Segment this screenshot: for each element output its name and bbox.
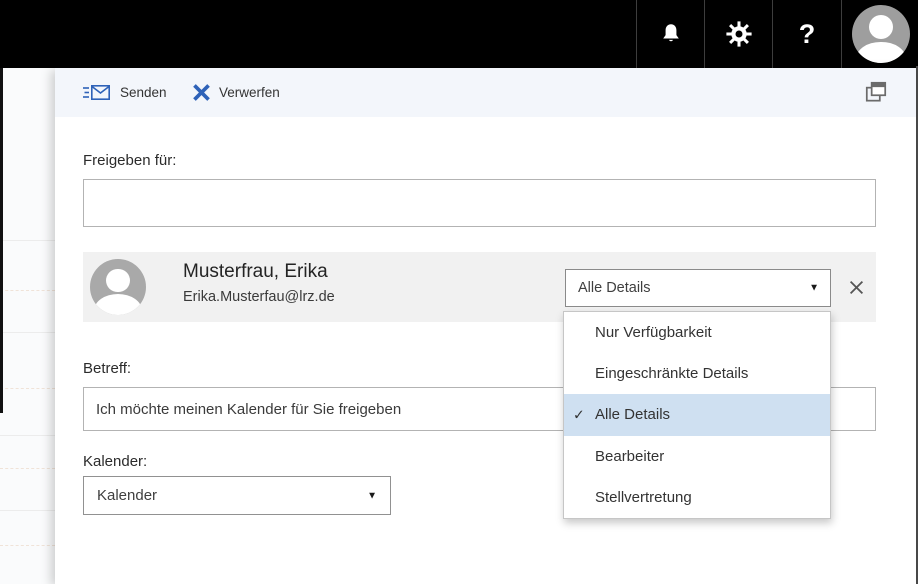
recipient-name: Musterfrau, Erika (183, 261, 328, 283)
calendar-label: Kalender: (83, 453, 147, 470)
share-calendar-dialog: Senden Verwerfen Freigeben für: (55, 68, 916, 584)
settings-button[interactable] (704, 0, 773, 68)
permission-option-editor[interactable]: Bearbeiter (564, 436, 830, 477)
gear-icon (725, 20, 753, 48)
close-icon (849, 280, 864, 295)
app-topbar: ? (0, 0, 918, 68)
popout-icon (863, 79, 889, 105)
background-pane-edge (0, 68, 3, 413)
popout-button[interactable] (862, 78, 890, 106)
discard-button[interactable]: Verwerfen (193, 68, 280, 117)
bell-icon (658, 21, 684, 47)
menu-item-label: Eingeschränkte Details (595, 365, 748, 382)
dialog-toolbar: Senden Verwerfen (55, 68, 916, 117)
help-icon: ? (799, 21, 816, 48)
share-with-input[interactable] (83, 179, 876, 227)
permission-dropdown-value: Alle Details (578, 280, 651, 296)
background-calendar-pane (0, 68, 55, 584)
notifications-button[interactable] (636, 0, 705, 68)
menu-item-label: Alle Details (595, 406, 670, 423)
permission-menu: Nur Verfügbarkeit Eingeschränkte Details… (563, 311, 831, 519)
chevron-down-icon: ▼ (809, 283, 819, 294)
help-button[interactable]: ? (772, 0, 842, 68)
recipient-avatar (90, 259, 146, 315)
recipient-email: Erika.Musterfau@lrz.de (183, 289, 335, 305)
permission-option-delegate[interactable]: Stellvertretung (564, 477, 830, 518)
send-mail-icon (83, 83, 111, 102)
check-icon: ✓ (573, 406, 585, 423)
permission-option-all-details[interactable]: ✓ Alle Details (564, 394, 830, 435)
remove-recipient-button[interactable] (841, 272, 871, 302)
permission-option-availability[interactable]: Nur Verfügbarkeit (564, 312, 830, 353)
send-button[interactable]: Senden (83, 68, 167, 117)
menu-item-label: Stellvertretung (595, 489, 692, 506)
permission-dropdown[interactable]: Alle Details ▼ (565, 269, 831, 307)
calendar-dropdown[interactable]: Kalender ▼ (83, 476, 391, 515)
discard-button-label: Verwerfen (219, 85, 280, 100)
menu-item-label: Bearbeiter (595, 448, 664, 465)
calendar-dropdown-value: Kalender (97, 487, 157, 504)
menu-item-label: Nur Verfügbarkeit (595, 324, 712, 341)
permission-option-limited-details[interactable]: Eingeschränkte Details (564, 353, 830, 394)
subject-label: Betreff: (83, 360, 131, 377)
user-avatar[interactable] (852, 5, 910, 63)
send-button-label: Senden (120, 85, 167, 100)
discard-x-icon (193, 84, 210, 101)
share-with-label: Freigeben für: (83, 152, 176, 169)
chevron-down-icon: ▼ (367, 490, 377, 501)
